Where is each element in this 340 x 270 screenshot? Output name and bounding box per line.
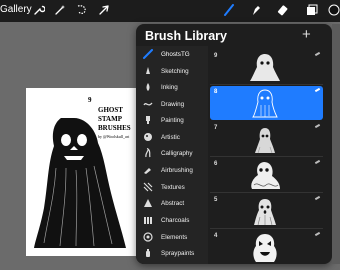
squiggle-icon xyxy=(143,99,153,109)
sidebar-item-elements[interactable]: Elements xyxy=(136,229,208,245)
brush-item-6[interactable]: 6 xyxy=(210,158,323,193)
brush-tool-icon[interactable] xyxy=(222,3,236,17)
sidebar-item-painting[interactable]: Painting xyxy=(136,112,208,128)
spraycan-icon xyxy=(143,248,153,258)
elements-icon xyxy=(143,232,153,242)
brush-item-8[interactable]: 8 xyxy=(210,86,323,120)
charcoal-icon xyxy=(143,215,153,225)
ghost-stamp-thumbnail xyxy=(255,128,275,154)
brush-stroke-preview xyxy=(314,51,321,57)
smudge-tool-icon[interactable] xyxy=(249,3,263,17)
sidebar-item-label: Painting xyxy=(161,116,184,124)
sidebar-item-spraypaints[interactable]: Spraypaints xyxy=(136,245,208,261)
ghost-stamp-thumbnail xyxy=(252,89,278,118)
brush-number: 5 xyxy=(214,197,218,203)
sidebar-item-calligraphy[interactable]: Calligraphy xyxy=(136,145,208,161)
sidebar-item-textures[interactable]: Textures xyxy=(136,179,208,195)
sidebar-item-label: Abstract xyxy=(161,199,185,207)
airbrush-icon xyxy=(143,165,153,175)
ink-drop-icon xyxy=(143,82,153,92)
brush-list: 9 8 7 6 5 4 xyxy=(208,46,332,264)
sidebar-item-label: Spraypaints xyxy=(161,249,195,257)
brush-item-4[interactable]: 4 xyxy=(210,230,323,264)
canvas-signature: by @Woolskull_art xyxy=(98,134,130,139)
triangle-icon xyxy=(143,198,153,208)
color-picker-icon[interactable] xyxy=(327,3,340,17)
brush-stroke-preview xyxy=(314,87,321,93)
brush-stroke-preview xyxy=(314,159,321,165)
sidebar-item-label: Artistic xyxy=(161,133,180,141)
brush-item-5[interactable]: 5 xyxy=(210,194,323,229)
sidebar-item-charcoals[interactable]: Charcoals xyxy=(136,212,208,228)
wrench-icon[interactable] xyxy=(32,3,46,17)
brush-set-sidebar: GhostsTG Sketching Inking Drawing Painti… xyxy=(136,46,208,264)
calligraphy-icon xyxy=(143,148,153,158)
sidebar-item-airbrushing[interactable]: Airbrushing xyxy=(136,162,208,178)
sidebar-item-label: Textures xyxy=(161,183,185,191)
brush-stroke-icon xyxy=(143,49,153,59)
canvas-heading-line: GHOST xyxy=(98,106,123,114)
top-toolbar: Gallery xyxy=(0,0,340,22)
sidebar-item-label: Calligraphy xyxy=(161,149,193,157)
sidebar-item-label: Airbrushing xyxy=(161,166,193,174)
sidebar-item-label: Inking xyxy=(161,83,178,91)
eraser-tool-icon[interactable] xyxy=(276,3,290,17)
magic-wand-icon[interactable] xyxy=(53,3,67,17)
layers-icon[interactable] xyxy=(305,3,319,17)
sidebar-item-ghoststg[interactable]: GhostsTG xyxy=(136,46,208,62)
sidebar-item-drawing[interactable]: Drawing xyxy=(136,96,208,112)
brush-stroke-preview xyxy=(314,231,321,237)
brush-number: 9 xyxy=(214,53,218,59)
ghost-illustration: 9 GHOST STAMP BRUSHES by @Woolskull_art xyxy=(34,96,131,248)
sidebar-item-label: Drawing xyxy=(161,100,185,108)
brush-number: 8 xyxy=(214,89,218,95)
ghost-stamp-thumbnail xyxy=(253,234,277,262)
canvas-heading-line: 9 xyxy=(88,96,92,104)
sidebar-item-label: Elements xyxy=(161,233,188,241)
brush-number: 7 xyxy=(214,125,218,131)
ghost-stamp-thumbnail xyxy=(254,199,276,226)
ghost-stamp-thumbnail xyxy=(250,54,280,81)
brush-stroke-preview xyxy=(314,123,321,129)
brush-item-9[interactable]: 9 xyxy=(210,50,323,85)
brush-stroke-preview xyxy=(314,195,321,201)
add-brush-button[interactable]: + xyxy=(302,26,311,43)
canvas-artwork[interactable]: 9 GHOST STAMP BRUSHES by @Woolskull_art xyxy=(26,88,137,256)
sidebar-item-label: Charcoals xyxy=(161,216,190,224)
brush-library-panel: Brush Library + GhostsTG Sketching Inkin… xyxy=(136,24,332,264)
pencil-icon xyxy=(143,66,153,76)
transform-arrow-icon[interactable] xyxy=(97,3,111,17)
sidebar-item-artistic[interactable]: Artistic xyxy=(136,129,208,145)
selection-icon[interactable] xyxy=(75,3,89,17)
sidebar-item-label: Sketching xyxy=(161,67,189,75)
brush-number: 6 xyxy=(214,161,218,167)
paintbrush-icon xyxy=(143,115,153,125)
sidebar-item-label: GhostsTG xyxy=(161,50,190,58)
ghost-stamp-thumbnail xyxy=(251,162,280,189)
brush-number: 4 xyxy=(214,233,218,239)
texture-icon xyxy=(143,182,153,192)
sidebar-item-abstract[interactable]: Abstract xyxy=(136,195,208,211)
palette-icon xyxy=(143,132,153,142)
canvas-heading-line: BRUSHES xyxy=(98,124,131,132)
panel-title: Brush Library xyxy=(145,29,227,43)
brush-item-7[interactable]: 7 xyxy=(210,122,323,157)
sidebar-item-sketching[interactable]: Sketching xyxy=(136,63,208,79)
sidebar-item-inking[interactable]: Inking xyxy=(136,79,208,95)
canvas-heading-line: STAMP xyxy=(98,115,123,123)
right-edge-sidebar xyxy=(332,24,340,264)
gallery-button[interactable]: Gallery xyxy=(0,4,32,15)
